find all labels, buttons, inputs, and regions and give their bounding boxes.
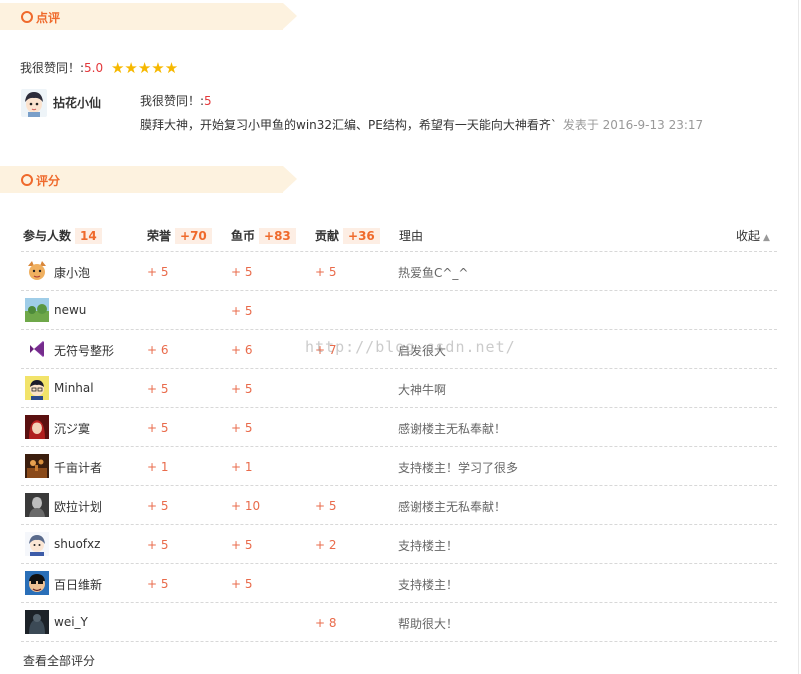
user-name[interactable]: Minhal [54,381,94,395]
contrib-value: + 7 [315,343,337,357]
coin-label: 鱼币 [231,229,256,243]
review-text: 膜拜大神，开始复习小甲鱼的win32汇编、PE结构，希望有一天能向大神看齐` [140,118,557,132]
user-name[interactable]: 百日维新 [54,576,102,593]
reason-text: 热爱鱼C^_^ [398,266,469,280]
review-section-title: 点评 [36,11,61,25]
honor-value: + 5 [147,577,169,591]
reviewer-avatar[interactable] [21,89,47,117]
circle-icon [21,174,33,186]
reason-text: 大神牛啊 [398,383,447,397]
contrib-value: + 5 [315,499,337,513]
contrib-value: + 2 [315,538,337,552]
coin-value: + 5 [231,382,253,396]
table-row: wei_Y + 8 帮助很大！ [21,603,777,642]
review-text-line: 膜拜大神，开始复习小甲鱼的win32汇编、PE结构，希望有一天能向大神看齐` 发表… [140,116,703,133]
coin-value: + 5 [231,304,253,318]
reason-text: 启发很大 [398,344,447,358]
review-time: 发表于 2016-9-13 23:17 [562,118,704,132]
overall-rating: 我很赞同！:5.0 ★★★★★ [20,59,178,77]
reason-text: 感谢楼主无私奉献！ [398,422,507,436]
honor-value: + 5 [147,382,169,396]
coin-value: + 1 [231,460,253,474]
review-rating-label: 我很赞同！: [140,94,205,108]
review-section-header: 点评 [0,3,297,30]
user-name[interactable]: 沉ジ寞 [54,420,90,437]
coin-value: + 5 [231,538,253,552]
honor-value: + 1 [147,460,169,474]
user-name[interactable]: wei_Y [54,615,88,629]
coin-value: + 10 [231,499,261,513]
user-avatar[interactable] [25,454,49,478]
user-avatar[interactable] [25,493,49,517]
table-row: 无符号整形 + 6 + 6 + 7 启发很大 [21,330,777,369]
chevron-up-icon: ▲ [763,233,770,243]
user-avatar[interactable] [25,610,49,634]
honor-value: + 6 [147,343,169,357]
user-name[interactable]: newu [54,303,86,317]
contrib-header: 贡献 +36 [315,227,380,244]
view-all-ratings-link[interactable]: 查看全部评分 [23,652,95,669]
rating-score: 5.0 [84,61,104,75]
participants-header: 参与人数 14 [23,227,102,244]
user-name[interactable]: 欧拉计划 [54,498,102,515]
user-avatar[interactable] [25,376,49,400]
right-border [798,0,799,674]
user-name[interactable]: 千亩计者 [54,459,102,476]
honor-value: + 5 [147,499,169,513]
table-row: 百日维新 + 5 + 5 支持楼主！ [21,564,777,603]
honor-value: + 5 [147,421,169,435]
contrib-value: + 8 [315,616,337,630]
user-name[interactable]: shuofxz [54,537,100,551]
reviewer-name[interactable]: 拈花小仙 [53,94,101,111]
review-rating-line: 我很赞同！:5 [140,92,212,109]
reason-text: 支持楼主！ [398,578,459,592]
score-section-title: 评分 [36,174,61,188]
coin-value: + 5 [231,265,253,279]
honor-value: + 5 [147,265,169,279]
row-divider [21,641,777,642]
review-rating-score: 5 [204,94,212,108]
user-avatar[interactable] [25,298,49,322]
table-row: 沉ジ寞 + 5 + 5 感谢楼主无私奉献！ [21,408,777,447]
honor-value: + 5 [147,538,169,552]
circle-icon [21,11,33,23]
user-name[interactable]: 康小泡 [54,264,90,281]
table-row: newu + 5 [21,291,777,330]
coin-total: +83 [259,228,296,244]
reason-text: 帮助很大！ [398,617,459,631]
participants-label: 参与人数 [23,229,72,243]
collapse-label: 收起 [736,229,761,243]
coin-value: + 5 [231,577,253,591]
reason-text: 支持楼主！学习了很多 [398,461,519,475]
contrib-value: + 5 [315,265,337,279]
user-avatar[interactable] [25,532,49,556]
coin-value: + 6 [231,343,253,357]
user-avatar[interactable] [25,259,49,283]
participants-count: 14 [75,228,102,244]
rating-label: 我很赞同！: [20,61,85,75]
reason-text: 感谢楼主无私奉献！ [398,500,507,514]
score-section-header: 评分 [0,166,297,193]
user-avatar[interactable] [25,337,49,361]
reason-header: 理由 [399,229,424,243]
contrib-label: 贡献 [315,229,340,243]
star-rating-icon: ★★★★★ [110,59,179,77]
user-avatar[interactable] [25,571,49,595]
coin-header: 鱼币 +83 [231,227,296,244]
table-row: 康小泡 + 5 + 5 + 5 热爱鱼C^_^ [21,252,777,291]
honor-label: 荣誉 [147,229,172,243]
contrib-total: +36 [343,228,380,244]
honor-total: +70 [175,228,212,244]
table-row: Minhal + 5 + 5 大神牛啊 [21,369,777,408]
user-avatar[interactable] [25,415,49,439]
table-row: 欧拉计划 + 5 + 10 + 5 感谢楼主无私奉献！ [21,486,777,525]
user-name[interactable]: 无符号整形 [54,342,114,359]
collapse-button[interactable]: 收起 ▲ [736,227,770,244]
table-row: 千亩计者 + 1 + 1 支持楼主！学习了很多 [21,447,777,486]
honor-header: 荣誉 +70 [147,227,212,244]
table-row: shuofxz + 5 + 5 + 2 支持楼主！ [21,525,777,564]
coin-value: + 5 [231,421,253,435]
reason-text: 支持楼主！ [398,539,459,553]
